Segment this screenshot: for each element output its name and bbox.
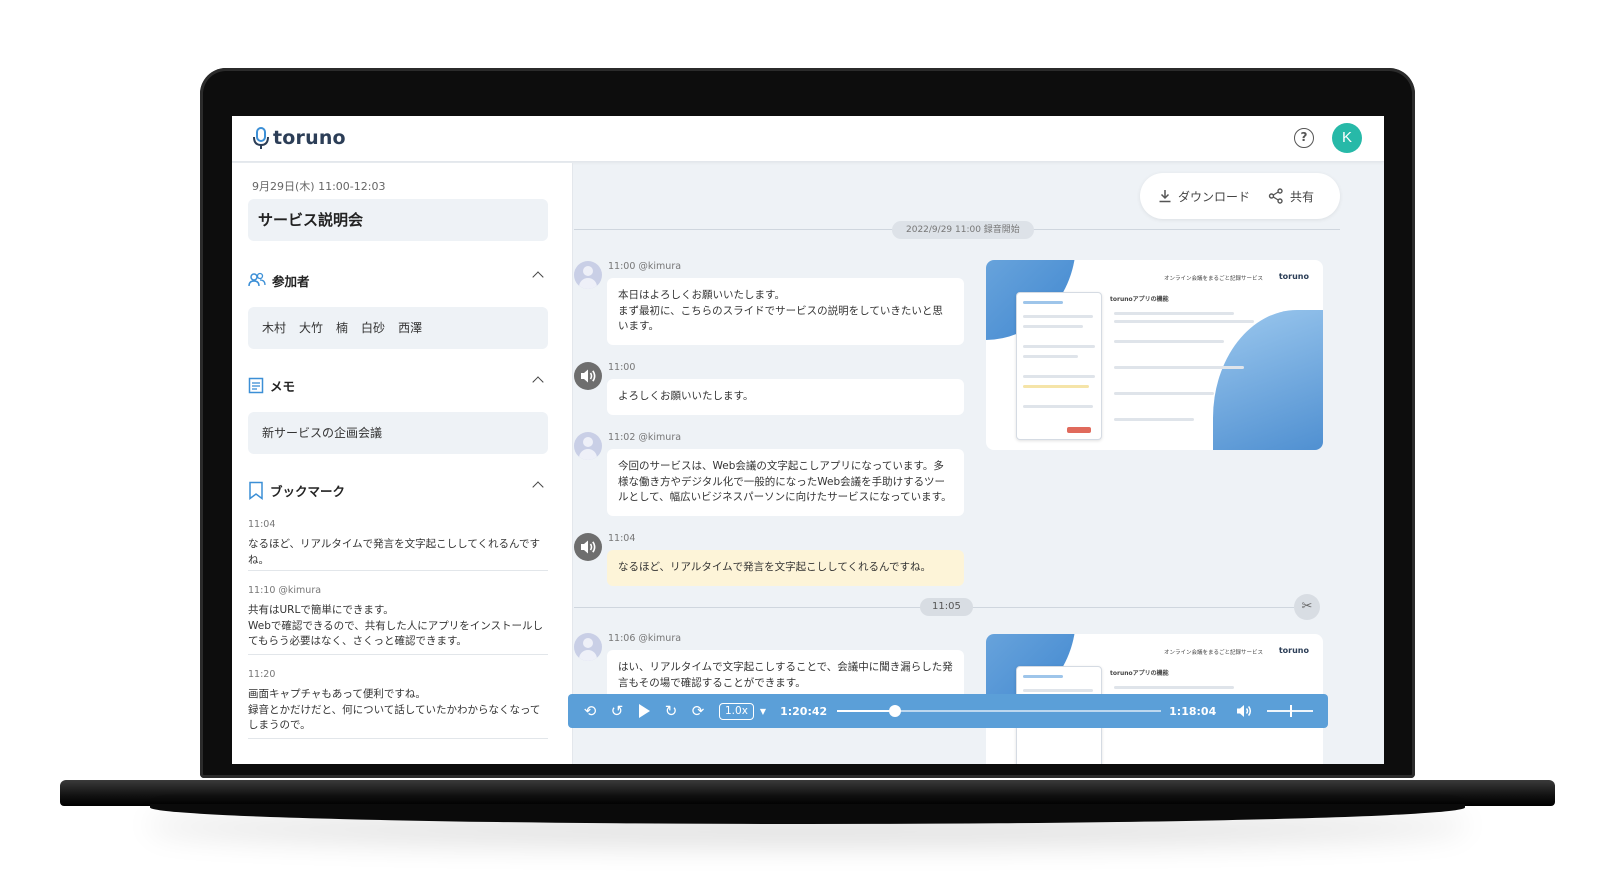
participants-list: 木村 大竹 楠 白砂 西澤 xyxy=(248,307,548,349)
message-meta: 11:06 @kimura xyxy=(608,633,682,644)
time-divider-label: 11:05 xyxy=(920,598,973,616)
slide-brand: toruno xyxy=(1278,272,1309,281)
skip-back-5-icon[interactable]: ↺ xyxy=(607,701,627,721)
bookmarks-label: ブックマーク xyxy=(270,483,346,499)
transcript-panel: ダウンロード 共有 2022/9/29 11:00 録音開始 11:00 @ki… xyxy=(574,163,1384,764)
scissors-icon[interactable]: ✂ xyxy=(1294,594,1320,620)
chevron-down-icon[interactable]: ▼ xyxy=(760,707,766,716)
laptop-foot xyxy=(150,804,1465,824)
slide-heading: torunoアプリの機能 xyxy=(1110,296,1169,303)
message-text[interactable]: 本日はよろしくお願いいたします。 まず最初に、こちらのスライドでサービスの説明を… xyxy=(607,278,964,345)
chevron-up-icon[interactable] xyxy=(532,271,544,283)
share-icon xyxy=(1268,188,1283,204)
bookmark-icon xyxy=(249,481,263,500)
user-avatar[interactable]: K xyxy=(1332,123,1362,153)
speaker-icon[interactable] xyxy=(574,362,602,390)
laptop-base xyxy=(60,780,1555,806)
download-label: ダウンロード xyxy=(1178,189,1251,204)
chevron-up-icon[interactable] xyxy=(532,376,544,388)
bookmark-item[interactable]: 11:04 なるほど、リアルタイムで発言を文字起こししてくれるんですね。 xyxy=(248,519,548,571)
app-header: toruno ? K xyxy=(232,116,1384,162)
current-time: 1:20:42 xyxy=(780,704,828,718)
bookmark-time: 11:20 xyxy=(248,669,276,680)
playback-speed-select[interactable]: 1.0x xyxy=(719,702,754,720)
app-name: toruno xyxy=(273,127,346,149)
message-meta: 11:04 xyxy=(608,533,636,544)
meeting-sidebar: 9月29日(木) 11:00-12:03 サービス説明会 参加者 木村 大竹 楠… xyxy=(232,163,573,764)
skip-forward-15-icon[interactable]: ⟳ xyxy=(688,701,708,721)
user-avatar-icon xyxy=(574,432,602,460)
bookmarks-header[interactable]: ブックマーク xyxy=(248,479,548,501)
message-meta: 11:00 @kimura xyxy=(608,261,682,272)
memo-icon xyxy=(248,377,264,393)
download-button[interactable]: ダウンロード xyxy=(1158,188,1250,205)
share-label: 共有 xyxy=(1290,189,1315,204)
slide-screenshot xyxy=(1016,292,1102,440)
bookmark-item[interactable]: 11:10 @kimura 共有はURLで簡単にできます。 Webで確認できるの… xyxy=(248,585,548,655)
slide-thumbnail[interactable]: toruno オンライン会議をまるごと記録サービス torunoアプリの機能 xyxy=(986,260,1323,450)
message-text-highlighted[interactable]: なるほど、リアルタイムで発言を文字起こししてくれるんですね。 xyxy=(607,550,964,586)
slide-tagline: オンライン会議をまるごと記録サービス xyxy=(1163,650,1263,656)
skip-forward-5-icon[interactable]: ↻ xyxy=(661,701,681,721)
participant-name: 白砂 xyxy=(361,321,386,335)
speaker-icon[interactable] xyxy=(574,533,602,561)
message-text[interactable]: 今回のサービスは、Web会議の文字起こしアプリになっています。多様な働き方やデジ… xyxy=(607,449,964,516)
bookmark-text: 画面キャプチャもあって便利ですね。 録音とかだけだと、何について話していたかわか… xyxy=(248,688,541,731)
meeting-title[interactable]: サービス説明会 xyxy=(248,199,548,241)
microphone-icon xyxy=(253,127,269,149)
share-button[interactable]: 共有 xyxy=(1268,188,1314,205)
seek-bar-fill xyxy=(837,710,896,712)
participants-label: 参加者 xyxy=(272,273,310,289)
participants-header[interactable]: 参加者 xyxy=(248,269,548,291)
help-icon[interactable]: ? xyxy=(1294,128,1314,148)
app-screen: toruno ? K 9月29日(木) 11:00-12:03 サービス説明会 … xyxy=(232,116,1384,764)
play-icon[interactable] xyxy=(634,701,654,721)
bookmark-text: なるほど、リアルタイムで発言を文字起こししてくれるんですね。 xyxy=(248,538,541,566)
slide-tagline: オンライン会議をまるごと記録サービス xyxy=(1163,276,1263,282)
seek-bar[interactable] xyxy=(837,705,1162,717)
user-avatar-icon xyxy=(574,633,602,661)
memo-label: メモ xyxy=(270,378,296,394)
volume-icon[interactable] xyxy=(1234,701,1254,721)
users-icon xyxy=(248,272,266,287)
audio-player: ⟲ ↺ ↻ ⟳ 1.0x ▼ 1:20:42 1:18:04 xyxy=(568,694,1328,728)
bookmark-item[interactable]: 11:20 画面キャプチャもあって便利ですね。 録音とかだけだと、何について話し… xyxy=(248,669,548,739)
participant-name: 楠 xyxy=(336,321,349,335)
app-logo[interactable]: toruno xyxy=(252,126,346,150)
total-time: 1:18:04 xyxy=(1169,704,1217,718)
recording-start-label: 2022/9/29 11:00 録音開始 xyxy=(892,221,1034,239)
skip-back-15-icon[interactable]: ⟲ xyxy=(580,701,600,721)
seek-knob[interactable] xyxy=(889,705,902,717)
action-bar: ダウンロード 共有 xyxy=(1140,173,1340,219)
volume-slider[interactable] xyxy=(1267,705,1314,717)
slide-decoration xyxy=(1213,310,1323,450)
bookmark-text: 共有はURLで簡単にできます。 Webで確認できるので、共有した人にアプリをイン… xyxy=(248,604,544,647)
download-icon xyxy=(1159,190,1171,203)
message-text[interactable]: よろしくお願いいたします。 xyxy=(607,379,964,415)
message-meta: 11:02 @kimura xyxy=(608,432,682,443)
bookmark-time: 11:04 xyxy=(248,519,276,530)
participant-name: 大竹 xyxy=(299,321,324,335)
volume-knob[interactable] xyxy=(1290,705,1293,717)
meeting-date: 9月29日(木) 11:00-12:03 xyxy=(252,180,386,193)
memo-header[interactable]: メモ xyxy=(248,374,548,396)
slide-brand: toruno xyxy=(1278,646,1309,655)
chevron-up-icon[interactable] xyxy=(532,481,544,493)
slide-heading: torunoアプリの機能 xyxy=(1110,670,1169,677)
bookmark-time: 11:10 @kimura xyxy=(248,585,322,596)
memo-text[interactable]: 新サービスの企画会議 xyxy=(248,412,548,454)
user-avatar-icon xyxy=(574,261,602,289)
participant-name: 木村 xyxy=(262,321,287,335)
participant-name: 西澤 xyxy=(398,321,423,335)
message-meta: 11:00 xyxy=(608,362,636,373)
